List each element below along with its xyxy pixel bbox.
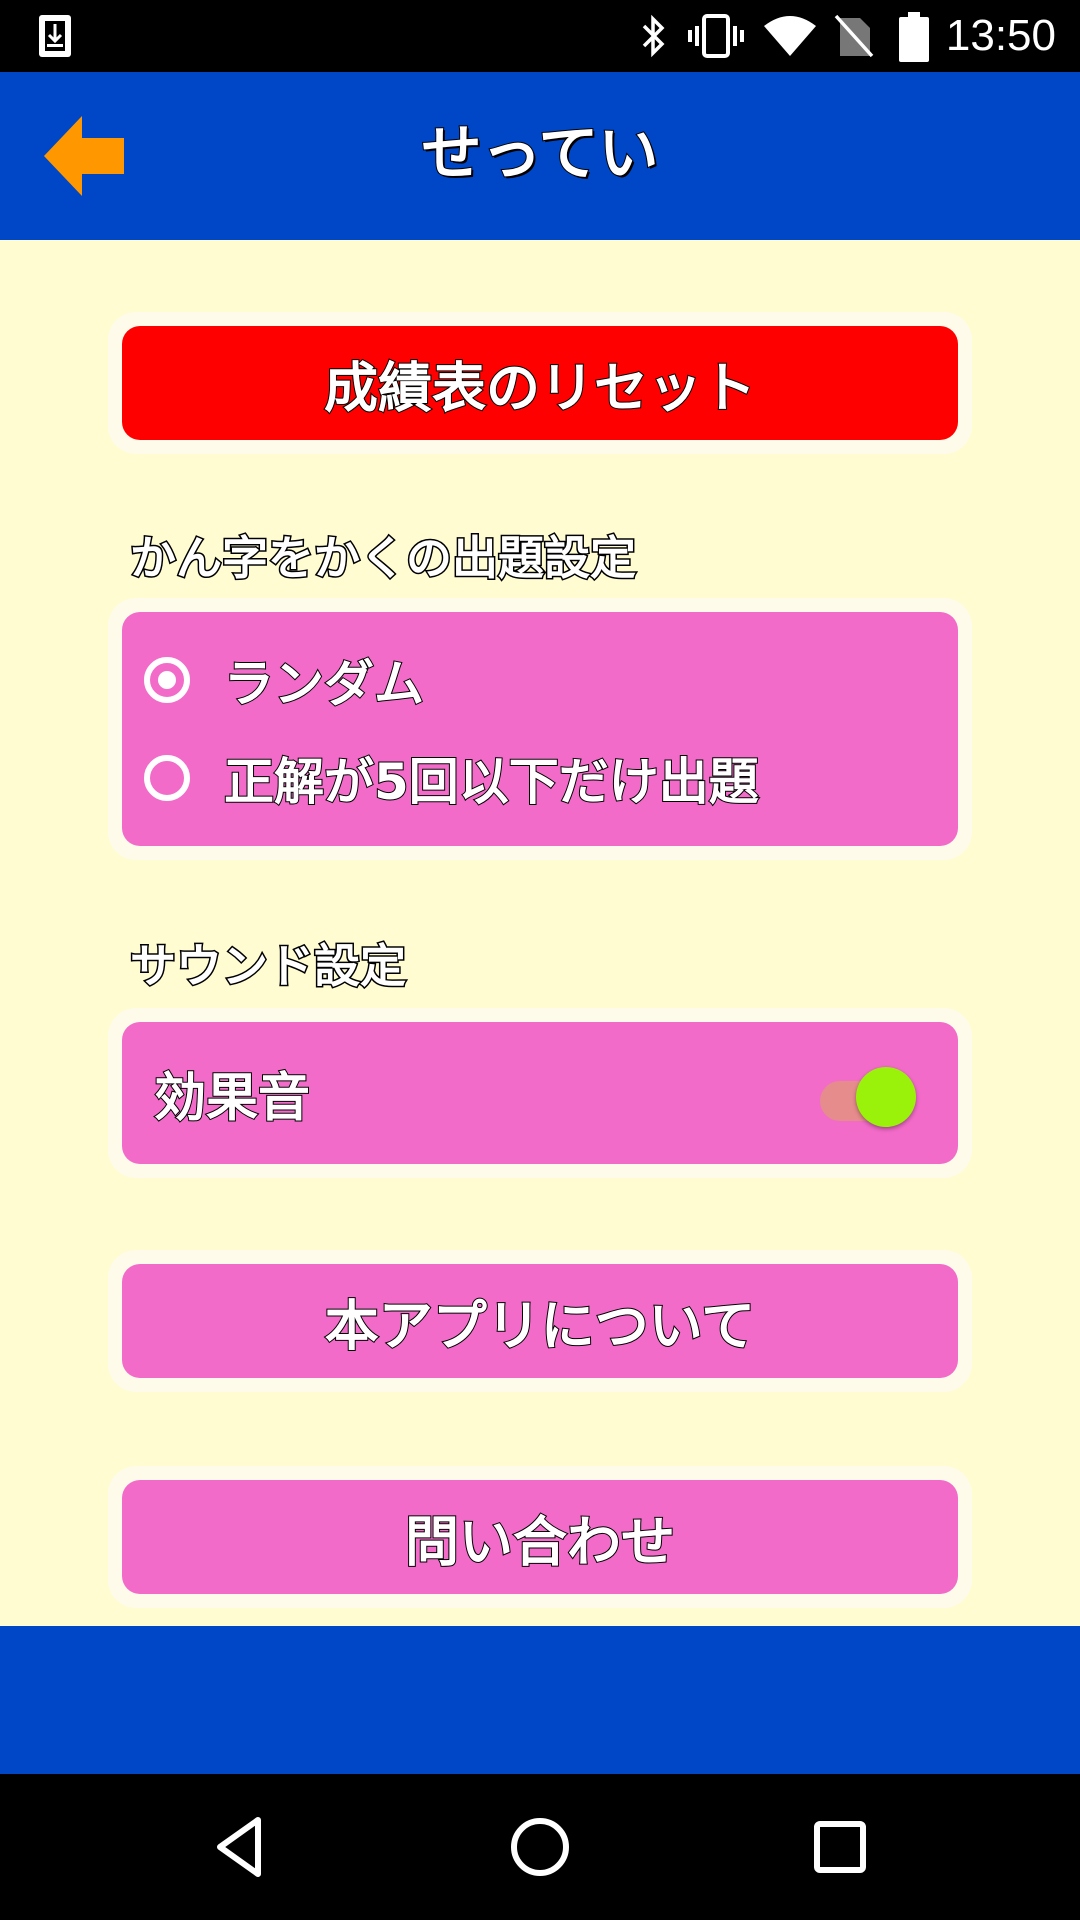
sound-effects-label: 効果音 — [153, 1068, 311, 1130]
toggle-thumb — [856, 1067, 916, 1127]
about-app-label: 本アプリについて — [324, 1294, 756, 1359]
bluetooth-icon — [642, 14, 665, 58]
option-under-five-label: 正解が5回以下だけ出題 — [223, 752, 760, 812]
kanji-options-group: ランダム 正解が5回以下だけ出題 — [122, 612, 958, 846]
wifi-icon — [764, 16, 816, 56]
radio-random[interactable] — [144, 657, 190, 703]
vibrate-icon — [688, 14, 744, 58]
contact-label: 問い合わせ — [404, 1510, 676, 1575]
settings-content: 成績表のリセット かん字をかくの出題設定 ランダム 正解が5回以下だけ出題 サウ… — [0, 240, 1080, 1626]
sound-card: 効果音 — [108, 1008, 972, 1178]
nav-recents-icon[interactable] — [805, 1812, 875, 1882]
app-bar: せってい — [0, 72, 1080, 240]
battery-icon — [899, 12, 929, 62]
status-bar: 13:50 — [0, 0, 1080, 72]
kanji-options-card: ランダム 正解が5回以下だけ出題 — [108, 598, 972, 860]
download-icon — [39, 15, 71, 57]
contact-card: 問い合わせ — [108, 1466, 972, 1608]
option-random[interactable]: ランダム — [144, 640, 425, 720]
reset-card: 成績表のリセット — [108, 312, 972, 454]
sound-effects-row: 効果音 — [122, 1022, 958, 1164]
kanji-section-heading: かん字をかくの出題設定 — [129, 530, 638, 587]
reset-scores-label: 成績表のリセット — [323, 356, 757, 421]
sound-effects-toggle[interactable] — [820, 1063, 916, 1127]
option-random-label: ランダム — [223, 654, 425, 714]
radio-under-five[interactable] — [144, 755, 190, 801]
page-title: せってい — [421, 118, 660, 190]
option-under-five[interactable]: 正解が5回以下だけ出題 — [144, 738, 760, 818]
about-app-button[interactable]: 本アプリについて — [122, 1264, 958, 1378]
nav-home-icon[interactable] — [505, 1812, 575, 1882]
navigation-bar — [0, 1774, 1080, 1920]
status-time: 13:50 — [945, 11, 1056, 60]
reset-scores-button[interactable]: 成績表のリセット — [122, 326, 958, 440]
contact-button[interactable]: 問い合わせ — [122, 1480, 958, 1594]
bottom-banner-area — [0, 1626, 1080, 1774]
about-card: 本アプリについて — [108, 1250, 972, 1392]
nav-back-icon[interactable] — [206, 1812, 276, 1882]
no-sim-icon — [834, 14, 874, 58]
sound-section-heading: サウンド設定 — [129, 938, 408, 995]
